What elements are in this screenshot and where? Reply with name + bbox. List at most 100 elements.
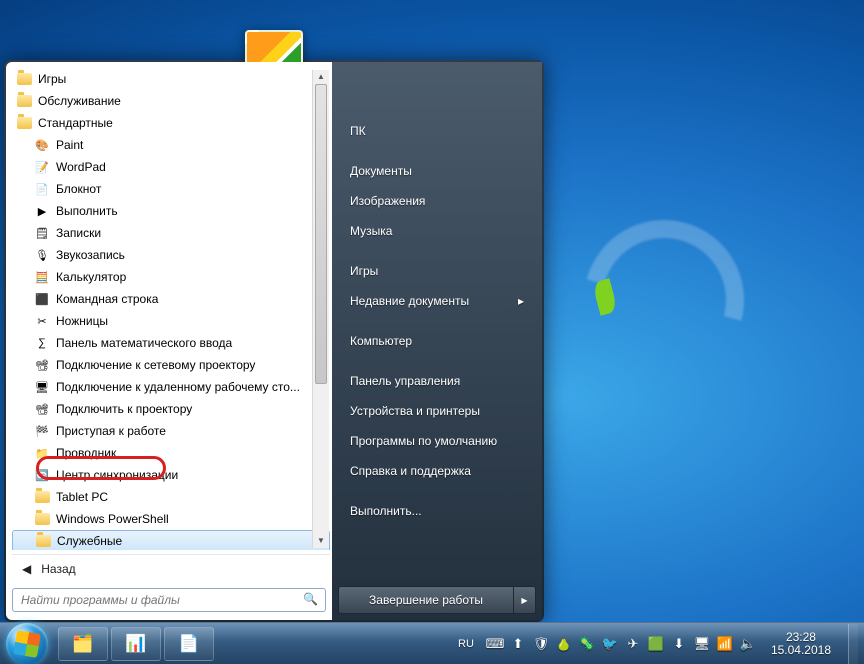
right-panel-label: Изображения (350, 194, 425, 208)
program-item[interactable]: 🗒Записки (12, 222, 330, 244)
tray-icon[interactable]: 🍐 (556, 636, 572, 652)
back-label: Назад (41, 562, 75, 576)
program-item[interactable]: 🏁Приступая к работе (12, 420, 330, 442)
program-label: Ножницы (56, 314, 108, 328)
tray-icon[interactable]: 🛡 (533, 636, 549, 652)
notepad-icon: 📄 (34, 181, 50, 197)
folder-icon (16, 71, 32, 87)
program-item[interactable]: 🔄Центр синхронизации (12, 464, 330, 486)
program-item[interactable]: ∑Панель математического ввода (12, 332, 330, 354)
right-panel-label: Игры (350, 264, 378, 278)
run-icon: ▶ (34, 203, 50, 219)
program-item[interactable]: 📝WordPad (12, 156, 330, 178)
scroll-down-icon[interactable]: ▼ (313, 534, 329, 548)
start-button[interactable] (6, 623, 48, 664)
desktop: ИгрыОбслуживаниеСтандартные🎨Paint📝WordPa… (0, 0, 864, 664)
tray-icon[interactable]: 🦠 (579, 636, 595, 652)
program-item[interactable]: 🎨 Paint (12, 134, 330, 156)
paint-icon: 🎨 (34, 137, 50, 153)
program-item[interactable]: 🖥Подключение к удаленному рабочему сто..… (12, 376, 330, 398)
back-button[interactable]: ◀ Назад (12, 554, 330, 582)
right-panel-item[interactable]: Устройства и принтеры (338, 396, 536, 426)
folder-icon (16, 93, 32, 109)
folder-icon (34, 489, 50, 505)
tray-icon[interactable]: ⬆ (510, 636, 526, 652)
program-label: Подключение к удаленному рабочему сто... (56, 380, 300, 394)
tray-icon[interactable]: ✈ (625, 636, 641, 652)
language-indicator[interactable]: RU (458, 638, 474, 650)
search-input[interactable] (12, 588, 326, 612)
clock-time: 23:28 (771, 631, 831, 644)
notes-icon: 🗒 (34, 225, 50, 241)
program-item[interactable]: Стандартные (12, 112, 330, 134)
tray-icons: ⌨ ⬆ 🛡 🍐 🦠 🐦 ✈ 🟩 ⬇ 🖥 📶 🔈 (487, 636, 756, 652)
rec-icon: 🎙 (34, 247, 50, 263)
wallpaper-swoosh (555, 191, 774, 410)
right-panel-label: Документы (350, 164, 412, 178)
tray-icon[interactable]: 📶 (717, 636, 733, 652)
program-item[interactable]: Tablet PC (12, 486, 330, 508)
program-label: Служебные (57, 534, 122, 548)
program-item[interactable]: Служебные (12, 530, 330, 550)
scrollbar[interactable]: ▲ ▼ (312, 70, 329, 548)
tray-icon[interactable]: 🔈 (740, 636, 756, 652)
tray-icon[interactable]: 🐦 (602, 636, 618, 652)
right-panel-item[interactable]: Музыка (338, 216, 536, 246)
program-label: Tablet PC (56, 490, 108, 504)
taskbar-app-excel[interactable]: 📊 (111, 627, 161, 661)
program-item[interactable]: 🎙Звукозапись (12, 244, 330, 266)
program-item[interactable]: 🧮Калькулятор (12, 266, 330, 288)
show-desktop-button[interactable] (848, 624, 858, 664)
all-programs-list[interactable]: ИгрыОбслуживание Стандартные 🎨 Paint 📝WordPa… (12, 68, 330, 550)
tray-icon[interactable]: ⬇ (671, 636, 687, 652)
tray-icon[interactable]: 🖥 (694, 636, 710, 652)
explorer-icon: 📁 (34, 445, 50, 461)
program-item[interactable]: ⬛Командная строка (12, 288, 330, 310)
right-panel-item[interactable]: Справка и поддержка (338, 456, 536, 486)
program-item[interactable]: Игры (12, 68, 330, 90)
folder-icon (35, 533, 51, 549)
right-panel-item[interactable]: Документы (338, 156, 536, 186)
back-arrow-icon: ◀ (22, 562, 31, 576)
right-panel-item[interactable]: Панель управления (338, 366, 536, 396)
right-panel-item[interactable]: Недавние документы▸ (338, 286, 536, 316)
netproj-icon: 📽 (34, 357, 50, 373)
program-item[interactable]: Windows PowerShell (12, 508, 330, 530)
program-label: Калькулятор (56, 270, 126, 284)
shutdown-button[interactable]: Завершение работы (338, 586, 514, 614)
program-item[interactable]: ✂ Ножницы (12, 310, 330, 332)
program-label: Блокнот (56, 182, 101, 196)
program-item[interactable]: ▶Выполнить (12, 200, 330, 222)
submenu-arrow-icon: ▸ (518, 294, 524, 308)
program-label: Стандартные (38, 116, 113, 130)
snip-icon: ✂ (34, 313, 50, 329)
program-item[interactable]: 📄 Блокнот (12, 178, 330, 200)
right-panel-item[interactable]: Выполнить... (338, 496, 536, 526)
program-label: Подключить к проектору (56, 402, 192, 416)
program-label: Paint (56, 138, 83, 152)
taskbar-app-word[interactable]: 📄 (164, 627, 214, 661)
taskbar: 🗂️📊📄 RU ⌨ ⬆ 🛡 🍐 🦠 🐦 ✈ 🟩 ⬇ 🖥 📶 🔈 23:28 15.04.2018 (0, 622, 864, 664)
program-item[interactable]: 📽Подключить к проектору (12, 398, 330, 420)
tray-icon[interactable]: ⌨ (487, 636, 503, 652)
start-left-panel: ИгрыОбслуживание Стандартные 🎨 Paint 📝WordPa… (6, 62, 332, 620)
clock[interactable]: 23:28 15.04.2018 (771, 631, 831, 657)
program-label: Проводник (56, 446, 116, 460)
tray-icon[interactable]: 🟩 (648, 636, 664, 652)
program-label: Подключение к сетевому проектору (56, 358, 255, 372)
program-item[interactable]: Обслуживание (12, 90, 330, 112)
program-label: Приступая к работе (56, 424, 166, 438)
scroll-up-icon[interactable]: ▲ (313, 70, 329, 84)
taskbar-app-explorer[interactable]: 🗂️ (58, 627, 108, 661)
right-panel-item[interactable]: Изображения (338, 186, 536, 216)
program-item[interactable]: 📽 Подключение к сетевому проектору (12, 354, 330, 376)
program-item[interactable]: 📁 Проводник (12, 442, 330, 464)
right-panel-item[interactable]: ПК (338, 116, 536, 146)
right-panel-item[interactable]: Компьютер (338, 326, 536, 356)
system-tray: RU ⌨ ⬆ 🛡 🍐 🦠 🐦 ✈ 🟩 ⬇ 🖥 📶 🔈 23:28 15.04.2018 (458, 624, 858, 664)
right-panel-item[interactable]: Игры (338, 256, 536, 286)
start-menu: ИгрыОбслуживаниеСтандартные🎨Paint📝WordPa… (4, 60, 544, 622)
right-panel-item[interactable]: Программы по умолчанию (338, 426, 536, 456)
shutdown-options-button[interactable]: ▶ (514, 586, 536, 614)
scroll-thumb[interactable] (315, 84, 327, 384)
